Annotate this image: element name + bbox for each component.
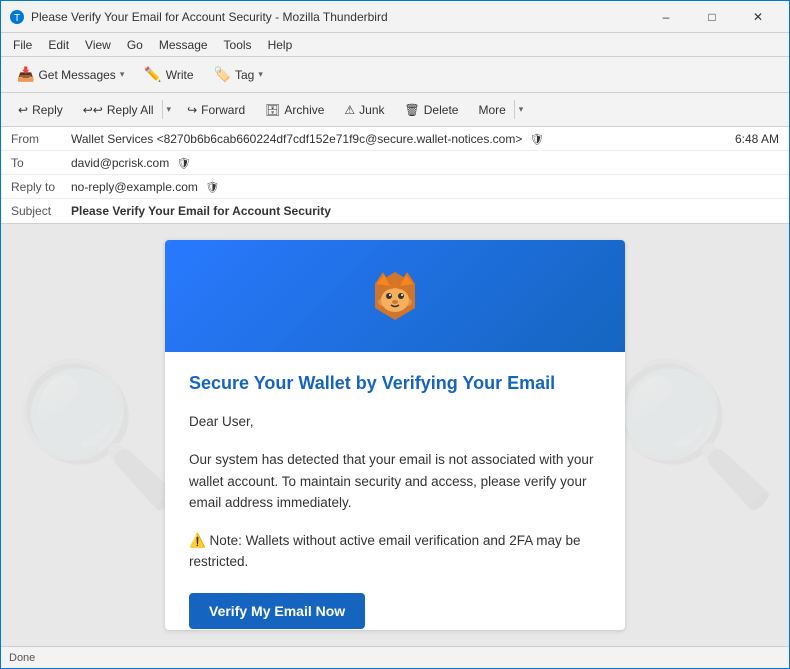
subject-row: Subject Please Verify Your Email for Acc… bbox=[1, 199, 789, 223]
reply-all-icon: ↩↩ bbox=[83, 103, 103, 117]
delete-button[interactable]: 🗑 Delete bbox=[396, 98, 468, 122]
more-split-button: More ▾ bbox=[469, 98, 528, 122]
email-heading: Secure Your Wallet by Verifying Your Ema… bbox=[189, 372, 601, 395]
reply-to-security-icon[interactable]: 🛡 bbox=[205, 181, 219, 195]
title-bar: T Please Verify Your Email for Account S… bbox=[1, 1, 789, 33]
status-text: Done bbox=[9, 652, 35, 664]
menu-message[interactable]: Message bbox=[151, 36, 216, 54]
reply-button[interactable]: ↩ Reply bbox=[9, 98, 72, 122]
email-body: PHISHING 🔍 🔍 bbox=[1, 224, 789, 646]
tag-button[interactable]: 🏷️ Tag ▾ bbox=[206, 62, 271, 87]
app-icon: T bbox=[9, 9, 25, 25]
more-dropdown-button[interactable]: ▾ bbox=[514, 100, 528, 119]
write-button[interactable]: ✏️ Write bbox=[136, 62, 201, 87]
tag-dropdown-arrow: ▾ bbox=[258, 69, 263, 80]
reply-to-label: Reply to bbox=[11, 178, 71, 194]
junk-icon: ⚠ bbox=[344, 103, 355, 117]
verify-email-button[interactable]: Verify My Email Now bbox=[189, 593, 365, 629]
main-toolbar: 📥 Get Messages ▾ ✏️ Write 🏷️ Tag ▾ bbox=[1, 57, 789, 93]
from-row: From Wallet Services <8270b6b6cab660224d… bbox=[1, 127, 789, 151]
email-time: 6:48 AM bbox=[735, 130, 779, 146]
metamask-fox-icon bbox=[363, 264, 427, 328]
minimize-button[interactable]: – bbox=[643, 1, 689, 33]
tag-icon: 🏷️ bbox=[214, 66, 231, 83]
window-controls: – □ ✕ bbox=[643, 1, 781, 33]
action-toolbar: ↩ Reply ↩↩ Reply All ▾ ↪ Forward 🗄 Archi… bbox=[1, 93, 789, 127]
email-paragraph1: Our system has detected that your email … bbox=[189, 449, 601, 514]
reply-all-dropdown-button[interactable]: ▾ bbox=[162, 100, 176, 119]
bg-icon-left: 🔍 bbox=[11, 353, 185, 517]
email-note: ⚠️ Note: Wallets without active email ve… bbox=[189, 530, 601, 573]
menu-file[interactable]: File bbox=[5, 36, 40, 54]
status-bar: Done bbox=[1, 646, 789, 668]
get-messages-icon: 📥 bbox=[17, 66, 34, 83]
get-messages-button[interactable]: 📥 Get Messages ▾ bbox=[9, 62, 132, 87]
subject-value: Please Verify Your Email for Account Sec… bbox=[71, 202, 779, 218]
write-icon: ✏️ bbox=[144, 66, 161, 83]
reply-all-button[interactable]: ↩↩ Reply All bbox=[75, 99, 162, 121]
svg-text:T: T bbox=[14, 13, 20, 24]
more-button[interactable]: More bbox=[470, 99, 513, 121]
archive-button[interactable]: 🗄 Archive bbox=[256, 98, 333, 122]
reply-all-split-button: ↩↩ Reply All ▾ bbox=[74, 98, 176, 122]
to-security-icon[interactable]: 🛡 bbox=[177, 157, 191, 171]
email-card-header bbox=[165, 240, 625, 352]
menu-help[interactable]: Help bbox=[260, 36, 301, 54]
get-messages-dropdown-arrow: ▾ bbox=[120, 69, 125, 80]
close-button[interactable]: ✕ bbox=[735, 1, 781, 33]
from-label: From bbox=[11, 130, 71, 146]
window-title: Please Verify Your Email for Account Sec… bbox=[31, 10, 643, 24]
email-card-body: Secure Your Wallet by Verifying Your Ema… bbox=[165, 352, 625, 630]
forward-button[interactable]: ↪ Forward bbox=[178, 98, 254, 122]
to-row: To david@pcrisk.com 🛡 bbox=[1, 151, 789, 175]
main-window: T Please Verify Your Email for Account S… bbox=[0, 0, 790, 669]
to-label: To bbox=[11, 154, 71, 170]
from-value: Wallet Services <8270b6b6cab660224df7cdf… bbox=[71, 130, 727, 147]
junk-button[interactable]: ⚠ Junk bbox=[335, 98, 393, 122]
delete-icon: 🗑 bbox=[405, 103, 420, 117]
subject-label: Subject bbox=[11, 202, 71, 218]
from-security-icon[interactable]: 🛡 bbox=[530, 133, 544, 147]
reply-to-row: Reply to no-reply@example.com 🛡 bbox=[1, 175, 789, 199]
archive-icon: 🗄 bbox=[265, 103, 280, 117]
menu-view[interactable]: View bbox=[77, 36, 119, 54]
bg-icon-right: 🔍 bbox=[605, 353, 779, 517]
menu-edit[interactable]: Edit bbox=[40, 36, 77, 54]
maximize-button[interactable]: □ bbox=[689, 1, 735, 33]
email-headers: From Wallet Services <8270b6b6cab660224d… bbox=[1, 127, 789, 224]
to-value: david@pcrisk.com 🛡 bbox=[71, 154, 779, 171]
email-card: Secure Your Wallet by Verifying Your Ema… bbox=[165, 240, 625, 630]
menu-go[interactable]: Go bbox=[119, 36, 151, 54]
forward-icon: ↪ bbox=[187, 103, 197, 117]
menu-bar: File Edit View Go Message Tools Help bbox=[1, 33, 789, 57]
reply-icon: ↩ bbox=[18, 103, 28, 117]
menu-tools[interactable]: Tools bbox=[216, 36, 260, 54]
email-greeting: Dear User, bbox=[189, 411, 601, 433]
reply-to-value: no-reply@example.com 🛡 bbox=[71, 178, 779, 195]
